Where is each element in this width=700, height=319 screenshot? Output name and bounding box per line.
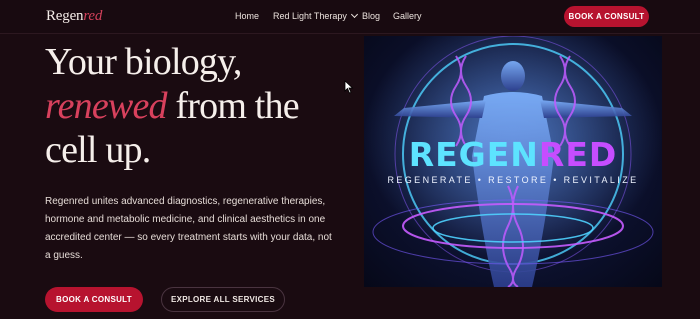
hero-description: Regenred unites advanced diagnostics, re… bbox=[45, 196, 332, 261]
logo[interactable]: Regenred bbox=[46, 8, 102, 25]
logo-accent: red bbox=[83, 8, 103, 24]
headline-line-3: cell up. bbox=[45, 129, 151, 171]
chevron-down-icon bbox=[350, 10, 358, 19]
nav-item-red-light-therapy[interactable]: Red Light Therapy bbox=[273, 10, 358, 21]
headline-emphasis: renewed bbox=[45, 85, 168, 127]
hero-headline: Your biology, renewed from the cell up. bbox=[45, 40, 345, 172]
headline-line-2: renewed from the bbox=[45, 84, 345, 128]
headline-line-1: Your biology, bbox=[45, 41, 242, 83]
headline-line-2-rest: from the bbox=[166, 85, 299, 127]
hero-image: REGENRED REGENERATE • RESTORE • REVITALI… bbox=[364, 36, 662, 287]
hero-tagline: REGENERATE • RESTORE • REVITALIZE bbox=[387, 175, 639, 185]
brand-part-2: RED bbox=[538, 135, 618, 174]
hero-brand-wordmark: REGENRED bbox=[364, 135, 662, 174]
mouse-cursor-icon bbox=[344, 80, 354, 94]
nav-item-label: Red Light Therapy bbox=[273, 11, 347, 21]
logo-main: Regen bbox=[46, 8, 84, 24]
brand-part-1: REGEN bbox=[408, 135, 539, 174]
explore-services-button[interactable]: EXPLORE ALL SERVICES bbox=[161, 287, 285, 312]
nav-item-home[interactable]: Home bbox=[235, 11, 259, 21]
book-consult-button[interactable]: BOOK A CONSULT bbox=[564, 6, 649, 27]
nav-item-gallery[interactable]: Gallery bbox=[393, 11, 422, 21]
hero-book-consult-button[interactable]: BOOK A CONSULT bbox=[45, 287, 143, 312]
top-nav: Regenred Home Red Light Therapy Blog Gal… bbox=[0, 0, 700, 34]
nav-item-blog[interactable]: Blog bbox=[362, 11, 380, 21]
